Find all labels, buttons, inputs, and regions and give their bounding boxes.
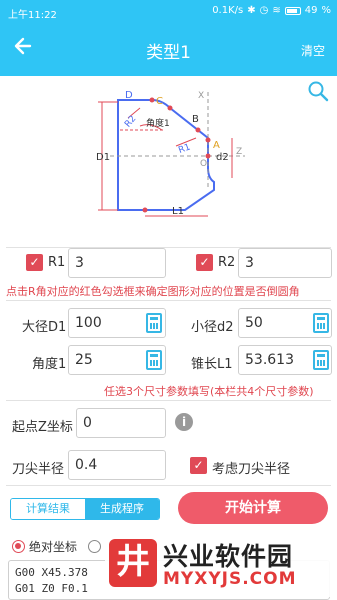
label-a: A xyxy=(213,140,220,151)
angle-label: 角度1 xyxy=(32,357,67,372)
calculator-icon[interactable] xyxy=(313,313,329,333)
battery-icon xyxy=(284,6,301,15)
nose-radius-label: 刀尖半径 xyxy=(12,462,65,477)
r2-label: R2 xyxy=(218,255,236,270)
nose-radius-input[interactable]: 0.4 xyxy=(68,450,166,480)
network-speed: 0.1K/s xyxy=(212,5,244,16)
label-c: C xyxy=(156,96,163,107)
divider xyxy=(6,400,331,401)
absolute-coord-label: 绝对坐标 xyxy=(29,540,78,554)
start-z-label: 起点Z坐标 xyxy=(12,420,73,435)
label-z: Z xyxy=(236,147,242,157)
part-diagram: D C B A X Z O R2 R1 角度1 D1 d2 L1 xyxy=(96,90,245,217)
info-icon[interactable]: i xyxy=(175,413,193,431)
program-line: G01 Z0 F0.1 xyxy=(15,582,88,595)
alarm-icon: ◷ xyxy=(259,5,269,16)
page-title: 类型1 xyxy=(146,43,191,63)
label-d1: D1 xyxy=(96,152,110,163)
r1-input[interactable]: 3 xyxy=(68,248,166,278)
absolute-coord-radio[interactable] xyxy=(12,540,25,553)
calculator-icon[interactable] xyxy=(146,350,162,370)
output-tabs: 计算结果 生成程序 xyxy=(10,498,160,520)
zoom-icon[interactable] xyxy=(307,80,329,102)
watermark: 井 兴业软件园 MYXYJS.COM xyxy=(105,535,337,597)
r1-label: R1 xyxy=(48,255,66,270)
watermark-logo: 井 xyxy=(109,539,157,587)
calculator-icon[interactable] xyxy=(313,350,329,370)
big-diameter-label: 大径D1 xyxy=(22,320,67,335)
params-hint: 任选3个尺寸参数填写(本栏共4个尺寸参数) xyxy=(104,385,314,398)
start-calculation-button[interactable]: 开始计算 xyxy=(178,492,328,524)
label-r2: R2 xyxy=(123,114,138,130)
program-line: G00 X45.378 xyxy=(15,566,88,579)
divider xyxy=(6,485,331,486)
consider-nose-label: 考虑刀尖半径 xyxy=(212,462,291,477)
app-bar: 类型1 清空 xyxy=(0,24,337,76)
r2-input[interactable]: 3 xyxy=(238,248,332,278)
divider xyxy=(6,300,331,301)
small-diameter-label: 小径d2 xyxy=(191,320,234,335)
status-bar: 上午11:22 0.1K/s ✱ ◷ ≋ 49% xyxy=(0,0,337,24)
watermark-url: MYXYJS.COM xyxy=(163,569,297,589)
taper-length-label: 锥长L1 xyxy=(191,357,233,372)
fillet-hint: 点击R角对应的红色勾选框来确定图形对应的位置是否倒圆角 xyxy=(6,285,300,298)
relative-coord-radio[interactable] xyxy=(88,540,101,553)
r1-checkbox[interactable]: ✓ xyxy=(26,254,43,271)
bluetooth-icon: ✱ xyxy=(247,5,256,16)
label-angle: 角度1 xyxy=(146,117,170,129)
label-d: D xyxy=(125,90,133,101)
clear-button[interactable]: 清空 xyxy=(301,42,325,59)
watermark-title: 兴业软件园 xyxy=(163,542,294,571)
consider-nose-checkbox[interactable]: ✓ xyxy=(190,457,207,474)
wifi-icon: ≋ xyxy=(272,5,281,16)
label-x: X xyxy=(198,91,204,101)
label-l1: L1 xyxy=(172,206,184,217)
start-z-input[interactable]: 0 xyxy=(76,408,166,438)
label-b: B xyxy=(192,114,199,125)
tab-program[interactable]: 生成程序 xyxy=(85,499,159,519)
battery-level: 49 xyxy=(304,5,318,16)
label-d2: d2 xyxy=(216,152,229,163)
status-time: 上午11:22 xyxy=(8,10,57,21)
tab-result[interactable]: 计算结果 xyxy=(11,499,85,519)
label-o: O xyxy=(200,159,207,169)
calculator-icon[interactable] xyxy=(146,313,162,333)
status-icons: 0.1K/s ✱ ◷ ≋ 49% xyxy=(212,5,331,16)
r2-checkbox[interactable]: ✓ xyxy=(196,254,213,271)
percent-icon: % xyxy=(321,5,331,16)
